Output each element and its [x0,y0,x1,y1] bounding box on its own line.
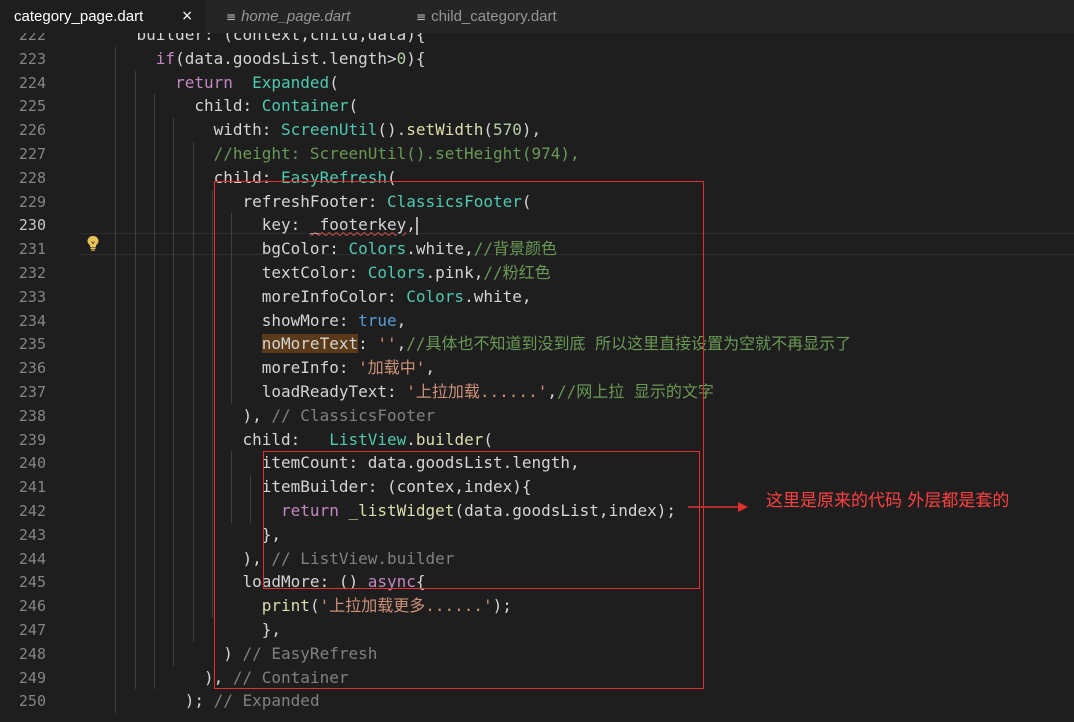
tab-label: category_page.dart [14,8,144,25]
code-token: ){ [406,48,426,68]
code-line[interactable]: return Expanded( [98,71,339,95]
code-token: return [175,72,233,92]
line-number: 226 [18,121,46,140]
line-number: 232 [18,264,46,282]
line-number: 247 [18,621,46,639]
line-number: 242 [18,502,46,520]
code-token: if [155,48,176,68]
code-token: Container [261,96,349,116]
code-token: child: [194,96,262,116]
code-line[interactable]: width: ScreenUtil().setWidth(570), [98,118,542,142]
code-line[interactable]: child: Container( [98,94,358,118]
tab-label: child_category.dart [431,8,557,25]
code-token: Expanded [252,72,330,92]
code-line[interactable]: builder: (context,child,data){ [98,33,426,47]
line-number: 243 [18,525,46,544]
line-number-gutter: 222 223 224 225 226 227 228 229 230 231 232 233 234 2… [0,33,80,722]
easyrefresh-annotation-box [214,181,704,689]
code-token: 570 [492,120,522,140]
listview-annotation-box [263,451,700,589]
code-token: setWidth [406,120,484,140]
tab-child-category[interactable]: ≡ child_category.dart [416,0,610,33]
annotation-arrow-icon [688,502,748,512]
tab-home-page[interactable]: ≡ home_page.dart [226,0,396,33]
line-number: 249 [18,668,46,687]
code-token: ScreenUtil [281,120,378,140]
line-number: 237 [18,383,46,401]
file-icon: ≡ [226,10,237,24]
line-number: 238 [18,406,46,425]
line-number: 233 [18,287,46,306]
tab-bar: category_page.dart × ≡ home_page.dart ≡ ch… [0,0,1074,33]
line-number: 229 [18,192,46,211]
line-number: 225 [18,97,46,116]
code-token: (). [377,120,407,140]
tab-label: home_page.dart [241,8,351,25]
line-number: 245 [18,573,46,592]
line-number: 224 [18,73,46,92]
line-number: 234 [18,311,46,330]
line-number: 223 [18,49,46,68]
code-token: ( [348,96,359,116]
code-token: ( [329,72,339,92]
code-token: builder: (context,child,data){ [136,33,426,44]
line-number: 248 [18,644,46,663]
code-token: ); [184,691,214,711]
code-line[interactable]: if(data.goodsList.length>0){ [98,47,426,71]
code-token: width: [213,120,282,140]
line-number: 227 [18,145,46,163]
line-number: 241 [18,478,46,497]
code-editor[interactable]: 222 223 224 225 226 227 228 229 230 231 232 233 234 2… [0,33,1074,722]
code-token: // Expanded [213,691,320,711]
line-number: 246 [18,597,46,616]
line-number: 239 [18,430,46,449]
tab-category-page[interactable]: category_page.dart × [0,0,206,33]
file-icon: ≡ [416,10,427,24]
code-token: (data.goodsList.length> [175,48,397,68]
close-icon[interactable]: × [181,0,193,33]
code-token: //height: ScreenUtil().setHeight(974), [213,144,580,163]
line-number: 222 [18,33,46,44]
code-token: ), [521,120,542,140]
code-line[interactable]: ); // Expanded [98,689,320,713]
line-number: 228 [18,168,46,187]
line-number: 244 [18,549,46,568]
line-number: 230 [18,216,46,235]
code-line[interactable]: //height: ScreenUtil().setHeight(974), [98,142,580,166]
line-number: 250 [18,692,46,711]
line-number: 240 [18,454,46,473]
code-token: ( [483,120,493,140]
line-number: 231 [18,240,46,259]
annotation-note: 这里是原来的代码 外层都是套的 [766,491,1010,511]
line-number: 236 [18,359,46,378]
line-number: 235 [18,335,46,354]
code-token: 0 [396,48,407,68]
